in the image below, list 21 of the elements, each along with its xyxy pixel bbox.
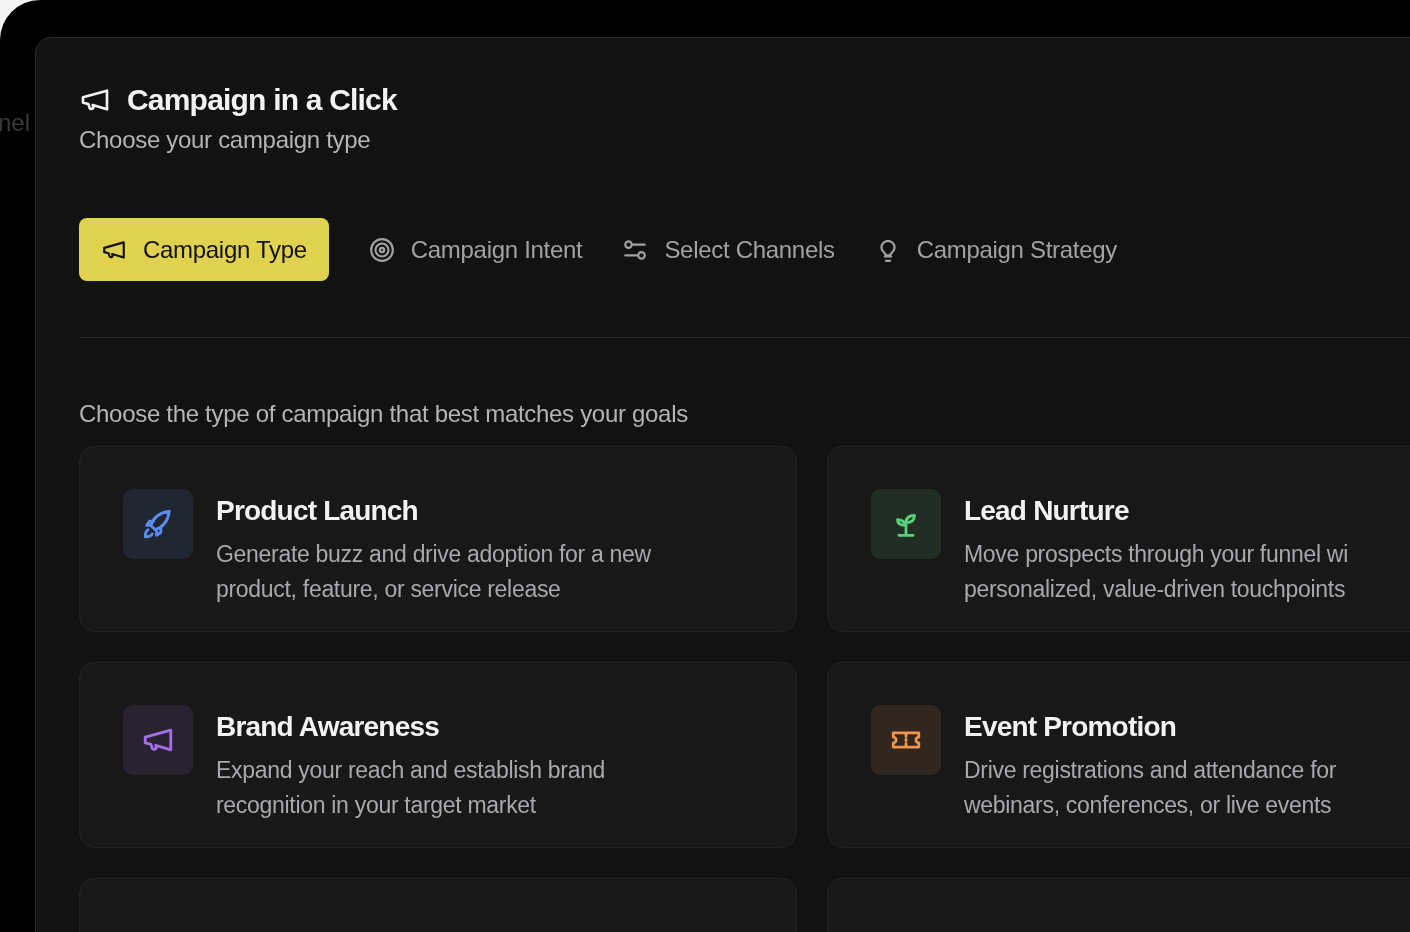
- section-prompt: Choose the type of campaign that best matches your goals: [79, 400, 689, 428]
- background-text: nel: [0, 109, 31, 137]
- target-icon: [368, 236, 395, 263]
- panel-subtitle: Choose your campaign type: [79, 126, 372, 154]
- campaign-type-card[interactable]: Lead Nurture Move prospects through your funnel wi personalized, value-driven touchpoints: [827, 446, 1410, 632]
- campaign-type-card[interactable]: Product Launch Generate buzz and drive adoption for a new product, feature, or service release: [79, 446, 797, 632]
- card-title: Lead Nurture: [964, 495, 1130, 527]
- campaign-type-card[interactable]: Brand Awareness Expand your reach and establish brand recognition in your target market: [79, 662, 797, 848]
- step-tab[interactable]: Select Channels: [622, 218, 835, 281]
- card-title: Brand Awareness: [216, 711, 440, 743]
- card-title: Event Promotion: [964, 711, 1177, 743]
- campaign-type-card[interactable]: Event Promotion Drive registrations and attendance for webinars, conferences, or live events: [827, 662, 1410, 848]
- step-tab[interactable]: Campaign Intent: [368, 218, 583, 281]
- card-description: Expand your reach and establish brand recognition in your target market: [216, 756, 606, 820]
- card-title: Product Launch: [216, 495, 419, 527]
- card-description: Move prospects through your funnel wi personalized, value-driven touchpoints: [964, 540, 1348, 604]
- card-description: Drive registrations and attendance for webinars, conferences, or live events: [964, 756, 1337, 820]
- step-tab[interactable]: Campaign Type: [79, 218, 329, 281]
- card-description: Generate buzz and drive adoption for a new product, feature, or service release: [216, 540, 651, 604]
- step-tab[interactable]: Campaign Strategy: [874, 218, 1117, 281]
- panel-title: Campaign in a Click: [127, 83, 397, 117]
